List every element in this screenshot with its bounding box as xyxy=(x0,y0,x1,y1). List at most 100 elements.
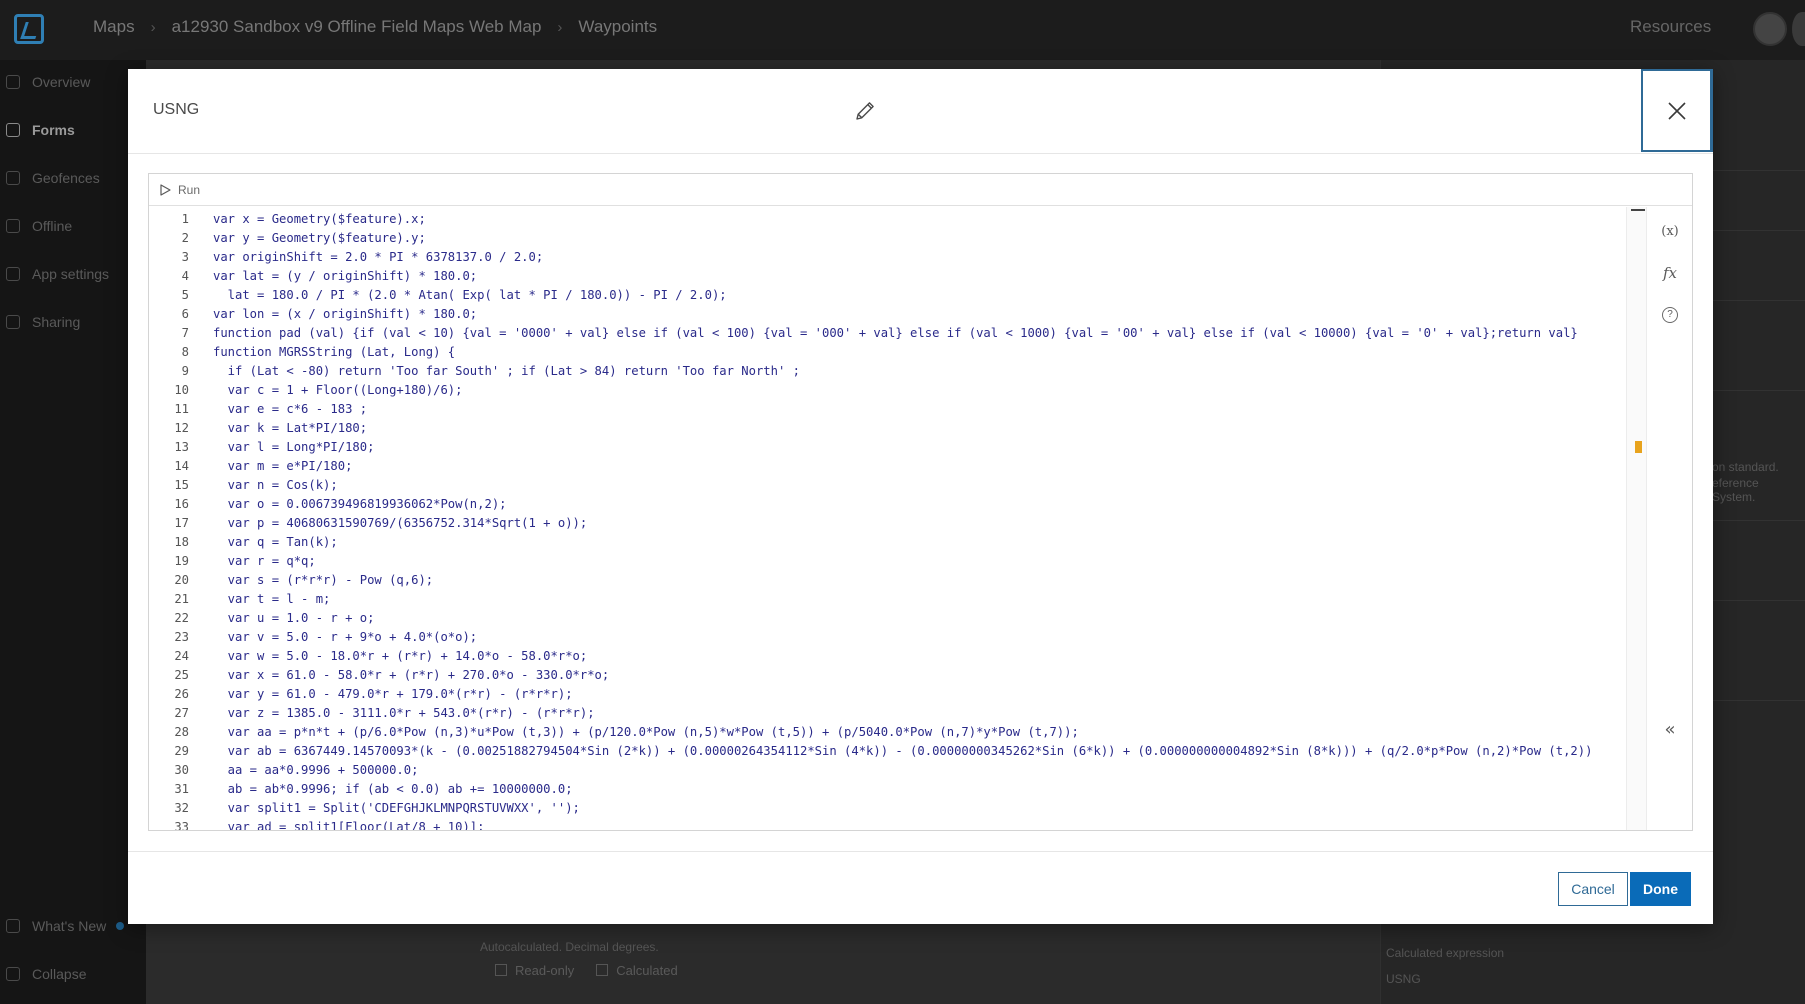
scrollbar-thumb[interactable] xyxy=(1631,209,1645,211)
code-text: var l = Long*PI/180; xyxy=(213,440,375,454)
run-button[interactable]: Run xyxy=(159,183,200,197)
code-line[interactable]: 24 var w = 5.0 - 18.0*r + (r*r) + 14.0*o… xyxy=(149,647,1626,666)
chevron-right-icon: › xyxy=(150,18,156,36)
line-number: 33 xyxy=(174,820,189,830)
calculated-expression-summary: Calculated expression USNG xyxy=(1386,946,1505,986)
overview-icon xyxy=(6,75,20,89)
sidebar-item-label: Forms xyxy=(32,122,75,138)
notification-dot xyxy=(116,922,125,930)
code-text: var y = Geometry($feature).y; xyxy=(213,231,426,245)
function-icon: fx xyxy=(1662,264,1677,282)
code-line[interactable]: 2 var y = Geometry($feature).y; xyxy=(149,229,1626,248)
code-line[interactable]: 19 var r = q*q; xyxy=(149,552,1626,571)
code-text: var o = 0.006739496819936062*Pow(n,2); xyxy=(213,497,507,511)
code-text: var u = 1.0 - r + o; xyxy=(213,611,375,625)
code-line[interactable]: 26 var y = 61.0 - 479.0*r + 179.0*(r*r) … xyxy=(149,685,1626,704)
code-line[interactable]: 3 var originShift = 2.0 * PI * 6378137.0 … xyxy=(149,248,1626,267)
line-number: 20 xyxy=(174,573,189,587)
sidebar-item-offline[interactable]: Offline xyxy=(0,206,146,246)
code-editor: Run 1 var x = Geometry($feature).x; 2 var y… xyxy=(148,173,1693,831)
lock-icon xyxy=(495,964,507,976)
sidebar-collapse[interactable]: Collapse xyxy=(0,954,146,994)
code-line[interactable]: 22 var u = 1.0 - r + o; xyxy=(149,609,1626,628)
sidebar-item-app-settings[interactable]: App settings xyxy=(0,254,146,294)
close-button[interactable] xyxy=(1641,69,1713,152)
line-number: 24 xyxy=(174,649,189,663)
code-text-area[interactable]: 1 var x = Geometry($feature).x; 2 var y = G… xyxy=(149,207,1626,830)
double-chevron-left-icon: « xyxy=(1664,718,1676,740)
code-line[interactable]: 21 var t = l - m; xyxy=(149,590,1626,609)
code-line[interactable]: 33 var ad = split1[Floor(Lat/8 + 10)]; xyxy=(149,818,1626,830)
code-line[interactable]: 17 var p = 40680631590769/(6356752.314*S… xyxy=(149,514,1626,533)
sidebar-item-whats-new[interactable]: What's New xyxy=(0,906,146,946)
breadcrumb-map[interactable]: a12930 Sandbox v9 Offline Field Maps Web… xyxy=(172,17,542,37)
collapse-panel-button[interactable]: « xyxy=(1647,715,1693,743)
variables-button[interactable]: (x) xyxy=(1647,217,1693,245)
code-line[interactable]: 4 var lat = (y / originShift) * 180.0; xyxy=(149,267,1626,286)
done-button[interactable]: Done xyxy=(1630,872,1691,906)
code-line[interactable]: 13 var l = Long*PI/180; xyxy=(149,438,1626,457)
forms-icon xyxy=(6,123,20,137)
line-number: 14 xyxy=(174,459,189,473)
line-number: 25 xyxy=(174,668,189,682)
code-line[interactable]: 14 var m = e*PI/180; xyxy=(149,457,1626,476)
code-line[interactable]: 8 function MGRSString (Lat, Long) { xyxy=(149,343,1626,362)
code-line[interactable]: 11 var e = c*6 - 183 ; xyxy=(149,400,1626,419)
line-number: 10 xyxy=(174,383,189,397)
sidebar-item-forms[interactable]: Forms xyxy=(0,110,146,150)
code-line[interactable]: 28 var aa = p*n*t + (p/6.0*Pow (n,3)*u*P… xyxy=(149,723,1626,742)
sidebar-item-label: Collapse xyxy=(32,966,87,982)
edit-title-button[interactable] xyxy=(848,94,882,128)
code-icon xyxy=(596,964,609,976)
code-line[interactable]: 27 var z = 1385.0 - 3111.0*r + 543.0*(r*… xyxy=(149,704,1626,723)
code-text: var k = Lat*PI/180; xyxy=(213,421,368,435)
sidebar-item-sharing[interactable]: Sharing xyxy=(0,302,146,342)
code-line[interactable]: 1 var x = Geometry($feature).x; xyxy=(149,210,1626,229)
settings-icon xyxy=(6,267,20,281)
editor-side-toolbar: (x) fx ? « xyxy=(1646,207,1692,830)
line-number: 15 xyxy=(174,478,189,492)
line-number: 5 xyxy=(181,288,189,302)
help-button[interactable]: ? xyxy=(1647,301,1693,329)
code-line[interactable]: 29 var ab = 6367449.14570093*(k - (0.002… xyxy=(149,742,1626,761)
app-logo-icon[interactable] xyxy=(14,14,44,44)
sidebar-item-label: Sharing xyxy=(32,314,81,330)
functions-button[interactable]: fx xyxy=(1647,259,1693,287)
avatar[interactable] xyxy=(1753,12,1787,46)
code-line[interactable]: 30 aa = aa*0.9996 + 500000.0; xyxy=(149,761,1626,780)
code-line[interactable]: 20 var s = (r*r*r) - Pow (q,6); xyxy=(149,571,1626,590)
line-number: 28 xyxy=(174,725,189,739)
user-menu[interactable] xyxy=(1792,12,1805,46)
line-number: 18 xyxy=(174,535,189,549)
cancel-button[interactable]: Cancel xyxy=(1558,872,1628,906)
sidebar-item-geofences[interactable]: Geofences xyxy=(0,158,146,198)
code-line[interactable]: 15 var n = Cos(k); xyxy=(149,476,1626,495)
breadcrumb-maps[interactable]: Maps xyxy=(93,17,135,37)
line-number: 17 xyxy=(174,516,189,530)
resources-link[interactable]: Resources xyxy=(1630,17,1711,37)
editor-scrollbar[interactable] xyxy=(1626,207,1646,830)
code-line[interactable]: 16 var o = 0.006739496819936062*Pow(n,2)… xyxy=(149,495,1626,514)
code-line[interactable]: 18 var q = Tan(k); xyxy=(149,533,1626,552)
code-line[interactable]: 32 var split1 = Split('CDEFGHJKLMNPQRSTU… xyxy=(149,799,1626,818)
code-text: var c = 1 + Floor((Long+180)/6); xyxy=(213,383,463,397)
sidebar-item-label: Offline xyxy=(32,218,73,234)
line-number: 13 xyxy=(174,440,189,454)
code-line[interactable]: 6 var lon = (x / originShift) * 180.0; xyxy=(149,305,1626,324)
code-line[interactable]: 9 if (Lat < -80) return 'Too far South' … xyxy=(149,362,1626,381)
code-line[interactable]: 31 ab = ab*0.9996; if (ab < 0.0) ab += 1… xyxy=(149,780,1626,799)
code-line[interactable]: 12 var k = Lat*PI/180; xyxy=(149,419,1626,438)
field-description: on standard. xyxy=(1712,460,1779,474)
readonly-badge: Read-only xyxy=(495,963,574,978)
code-line[interactable]: 10 var c = 1 + Floor((Long+180)/6); xyxy=(149,381,1626,400)
line-number: 31 xyxy=(174,782,189,796)
code-text: var e = c*6 - 183 ; xyxy=(213,402,368,416)
code-line[interactable]: 7 function pad (val) {if (val < 10) {val … xyxy=(149,324,1626,343)
sidebar-item-overview[interactable]: Overview xyxy=(0,62,146,102)
help-icon: ? xyxy=(1662,307,1678,323)
code-line[interactable]: 5 lat = 180.0 / PI * (2.0 * Atan( Exp( l… xyxy=(149,286,1626,305)
geofence-icon xyxy=(6,171,20,185)
code-line[interactable]: 23 var v = 5.0 - r + 9*o + 4.0*(o*o); xyxy=(149,628,1626,647)
field-hint: Autocalculated. Decimal degrees. xyxy=(480,940,659,954)
code-line[interactable]: 25 var x = 61.0 - 58.0*r + (r*r) + 270.0… xyxy=(149,666,1626,685)
